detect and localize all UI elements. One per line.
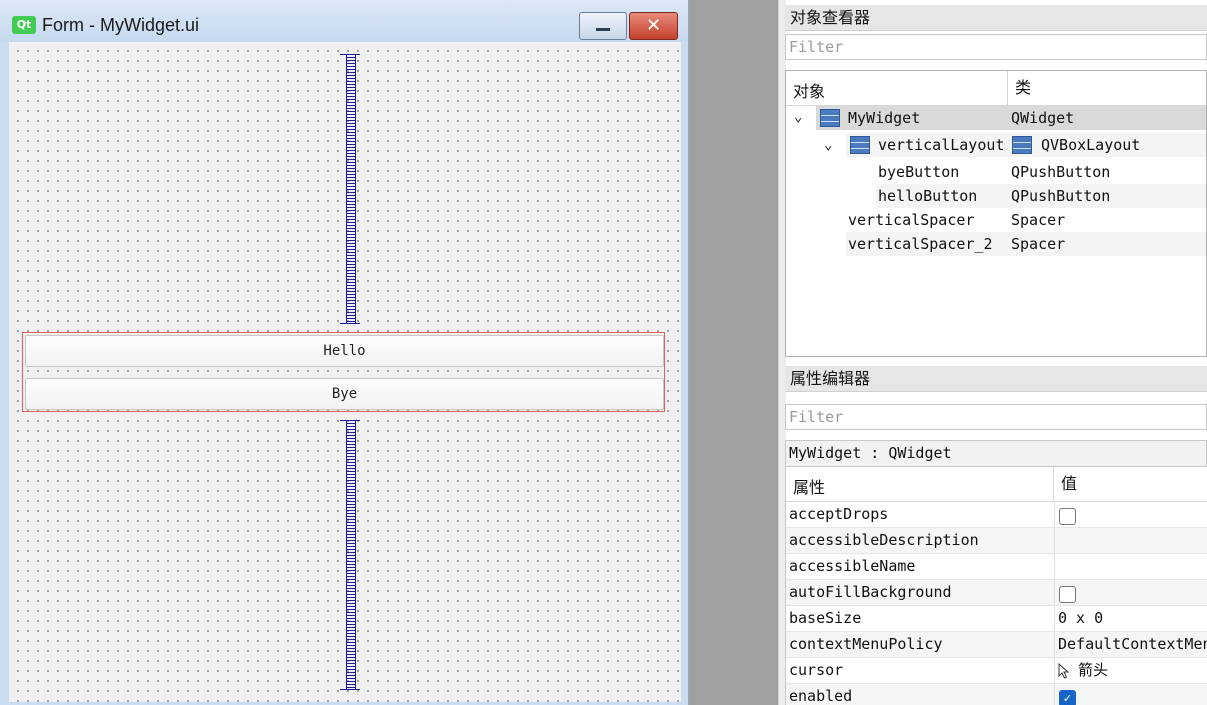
hello-button[interactable]: Hello <box>25 335 664 367</box>
vertical-spacer[interactable] <box>340 54 360 324</box>
property-class-bar: MyWidget : QWidget <box>785 440 1207 467</box>
tree-item-verticallayout[interactable]: verticalLayout QVBoxLayout <box>846 133 1206 157</box>
property-row[interactable]: cursor 箭头 <box>786 658 1207 684</box>
tree-item-class: Spacer <box>1011 235 1066 253</box>
tree-item-name: verticalSpacer_2 <box>848 235 993 253</box>
tree-item-class: QWidget <box>1011 109 1075 127</box>
vertical-spacer-2[interactable] <box>340 420 360 690</box>
tree-item-name: byeButton <box>878 163 960 181</box>
spacer-cap <box>340 323 360 324</box>
column-property[interactable]: 属性 <box>793 474 825 498</box>
accept-drops-checkbox[interactable] <box>1059 508 1076 525</box>
tree-item-name: helloButton <box>878 187 978 205</box>
object-filter-input[interactable]: Filter <box>785 34 1207 60</box>
property-name: accessibleName <box>789 557 916 575</box>
designer-background <box>689 0 778 705</box>
close-button[interactable]: ✕ <box>629 12 678 40</box>
cursor-value: 箭头 <box>1078 661 1109 679</box>
property-name: enabled <box>789 687 853 705</box>
tree-item-name: verticalLayout <box>878 136 1005 154</box>
minimize-button[interactable] <box>579 12 627 40</box>
column-object[interactable]: 对象 <box>793 78 825 102</box>
property-row[interactable]: accessibleDescription <box>786 528 1207 554</box>
property-name: baseSize <box>789 609 862 627</box>
property-name: acceptDrops <box>789 505 889 523</box>
object-tree-header: 对象 类 <box>786 71 1206 106</box>
property-name: autoFillBackground <box>789 583 952 601</box>
property-value[interactable]: DefaultContextMenu <box>1054 632 1207 657</box>
property-table[interactable]: 属性 值 acceptDrops accessibleDescription a… <box>785 467 1207 705</box>
object-inspector-title: 对象查看器 <box>785 5 1207 31</box>
property-value[interactable] <box>1054 502 1207 527</box>
bye-button[interactable]: Bye <box>25 378 664 410</box>
tree-item-name: MyWidget <box>848 109 921 127</box>
column-class[interactable]: 类 <box>1007 71 1031 105</box>
property-row[interactable]: contextMenuPolicy DefaultContextMenu <box>786 632 1207 658</box>
arrow-cursor-icon <box>1058 662 1070 679</box>
property-name: contextMenuPolicy <box>789 635 943 653</box>
tree-item-class: QVBoxLayout <box>1041 136 1141 154</box>
form-title: Form - MyWidget.ui <box>42 15 200 35</box>
tree-item-hellobutton[interactable]: helloButton QPushButton <box>876 184 1206 208</box>
qt-logo-icon: Qt <box>12 16 36 34</box>
spacer-spring-icon <box>346 420 356 690</box>
property-table-header: 属性 值 <box>786 467 1207 502</box>
property-value[interactable] <box>1054 528 1207 553</box>
property-row[interactable]: baseSize 0 x 0 <box>786 606 1207 632</box>
tree-item-name: verticalSpacer <box>848 211 975 229</box>
tree-item-verticalspacer-2[interactable]: verticalSpacer_2 Spacer <box>846 232 1206 256</box>
property-row[interactable]: acceptDrops <box>786 502 1207 528</box>
spacer-cap <box>340 689 360 690</box>
property-value[interactable]: 箭头 <box>1054 658 1207 683</box>
auto-fill-background-checkbox[interactable] <box>1059 586 1076 603</box>
object-tree[interactable]: 对象 类 MyWidget QWidget ⌄ verticalLayout Q… <box>785 70 1207 357</box>
property-row[interactable]: enabled ✓ <box>786 684 1207 705</box>
spacer-spring-icon <box>346 54 356 324</box>
property-name: accessibleDescription <box>789 531 979 549</box>
tree-item-class: QPushButton <box>1011 187 1111 205</box>
chevron-down-icon[interactable]: ⌄ <box>824 137 832 153</box>
enabled-checkbox[interactable]: ✓ <box>1059 690 1076 705</box>
tree-item-class: Spacer <box>1011 211 1066 229</box>
minimize-icon <box>596 27 610 31</box>
chevron-down-icon[interactable]: ⌄ <box>794 109 802 125</box>
layout-icon <box>1012 136 1032 154</box>
property-value[interactable] <box>1054 554 1207 579</box>
form-titlebar[interactable]: Qt Form - MyWidget.ui ✕ <box>0 0 688 42</box>
tree-item-byebutton[interactable]: byeButton QPushButton <box>876 160 1206 184</box>
tree-item-mywidget[interactable]: MyWidget QWidget <box>816 106 1206 130</box>
close-icon: ✕ <box>645 15 662 36</box>
form-window: Qt Form - MyWidget.ui ✕ Hello Bye <box>0 0 689 705</box>
property-filter-input[interactable]: Filter <box>785 404 1207 430</box>
property-name: cursor <box>789 661 844 679</box>
property-editor-title: 属性编辑器 <box>785 366 1207 392</box>
layout-icon <box>820 109 840 127</box>
tree-item-verticalspacer[interactable]: verticalSpacer Spacer <box>846 208 1206 232</box>
property-value[interactable] <box>1054 580 1207 605</box>
column-value[interactable]: 值 <box>1053 467 1077 501</box>
property-value[interactable]: 0 x 0 <box>1054 606 1207 631</box>
form-canvas[interactable]: Hello Bye <box>9 42 681 702</box>
vertical-layout[interactable]: Hello Bye <box>22 332 665 412</box>
layout-icon <box>850 136 870 154</box>
tree-item-class: QPushButton <box>1011 163 1111 181</box>
property-row[interactable]: autoFillBackground <box>786 580 1207 606</box>
property-row[interactable]: accessibleName <box>786 554 1207 580</box>
property-value[interactable]: ✓ <box>1054 684 1207 705</box>
